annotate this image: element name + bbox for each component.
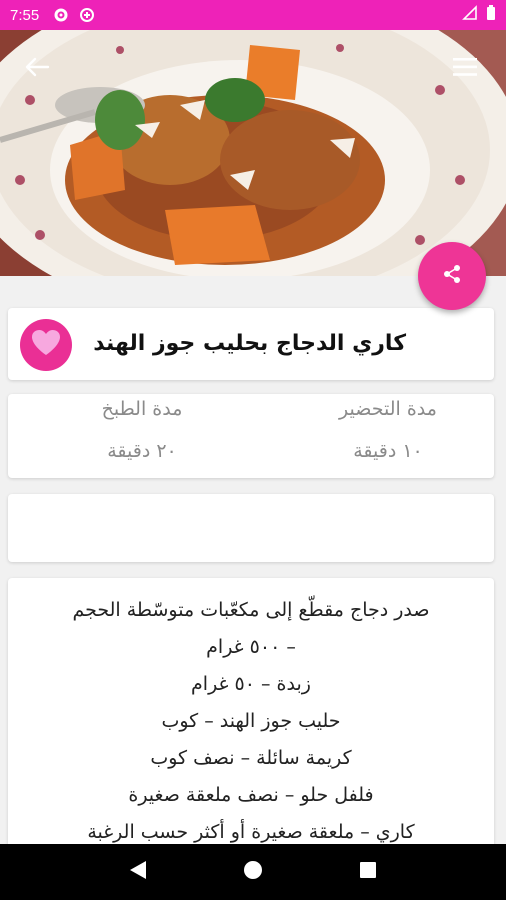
recents-square-icon bbox=[358, 860, 378, 884]
ingredient-line: صدر دجاج مقطّع إلى مكعّبات متوسّطة الحجم bbox=[72, 599, 430, 621]
signal-icon bbox=[462, 5, 478, 25]
settings-icon bbox=[53, 7, 69, 23]
recipe-title-card: كاري الدجاج بحليب جوز الهند bbox=[8, 308, 494, 380]
heart-icon bbox=[31, 329, 61, 361]
nav-recents-button[interactable] bbox=[353, 857, 383, 887]
status-time: 7:55 bbox=[10, 6, 40, 24]
status-bar: 7:55 bbox=[0, 0, 506, 30]
home-circle-icon bbox=[242, 859, 264, 885]
ingredients-card: صدر دجاج مقطّع إلى مكعّبات متوسّطة الحجم… bbox=[8, 578, 494, 848]
ingredient-line: فلفل حلو – نصف ملعقة صغيرة bbox=[128, 784, 374, 806]
battery-icon bbox=[486, 5, 496, 25]
recipe-hero-image bbox=[0, 30, 506, 276]
ingredients-list: صدر دجاج مقطّع إلى مكعّبات متوسّطة الحجم… bbox=[8, 578, 494, 848]
share-button[interactable] bbox=[418, 242, 486, 310]
menu-button[interactable] bbox=[450, 52, 480, 82]
prep-time-label: مدة التحضير bbox=[339, 398, 437, 420]
nav-home-button[interactable] bbox=[238, 857, 268, 887]
ingredient-line: كريمة سائلة – نصف كوب bbox=[150, 747, 352, 769]
recipe-title: كاري الدجاج بحليب جوز الهند bbox=[93, 331, 406, 356]
data-saver-icon bbox=[79, 7, 95, 23]
empty-card bbox=[8, 494, 494, 562]
cook-time-label: مدة الطبخ bbox=[101, 398, 183, 420]
favorite-button[interactable] bbox=[20, 319, 72, 371]
back-triangle-icon bbox=[128, 859, 148, 885]
ingredient-line: – ٥٠٠ غرام bbox=[206, 636, 296, 658]
ingredient-line: كاري – ملعقة صغيرة أو أكثر حسب الرغبة bbox=[87, 821, 415, 843]
cook-time-value: ٢٠ دقيقة bbox=[107, 440, 177, 462]
nav-back-button[interactable] bbox=[123, 857, 153, 887]
cooking-times-card: مدة التحضير ١٠ دقيقة مدة الطبخ ٢٠ دقيقة bbox=[8, 394, 494, 478]
ingredient-line: زبدة – ٥٠ غرام bbox=[191, 673, 311, 695]
share-icon bbox=[442, 264, 462, 288]
back-button[interactable] bbox=[22, 52, 52, 82]
system-nav-bar bbox=[0, 844, 506, 900]
ingredient-line: حليب جوز الهند – كوب bbox=[161, 710, 341, 732]
prep-time-value: ١٠ دقيقة bbox=[353, 440, 423, 462]
